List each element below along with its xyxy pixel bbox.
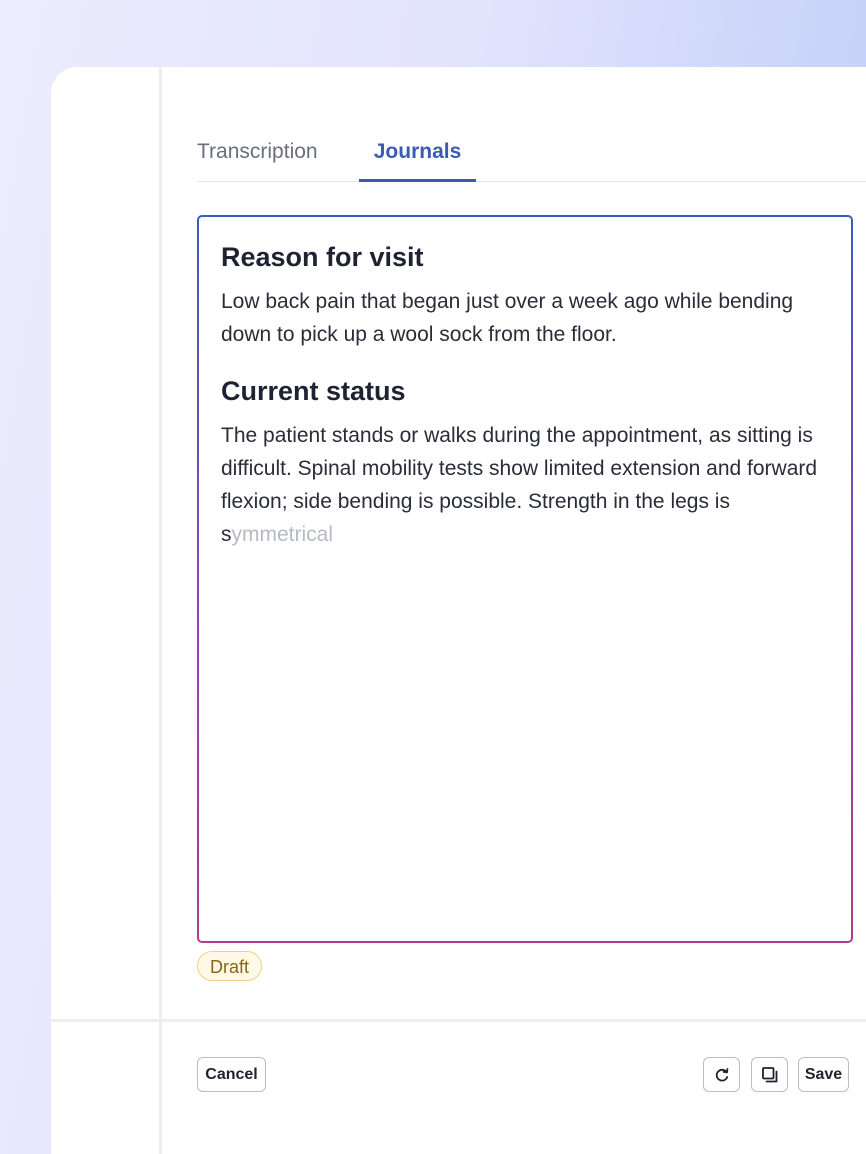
sidebar-divider bbox=[159, 67, 162, 1154]
journal-editor[interactable]: Reason for visit Low back pain that bega… bbox=[197, 215, 853, 943]
section-body-status: The patient stands or walks during the a… bbox=[221, 419, 829, 551]
save-button[interactable]: Save bbox=[798, 1057, 849, 1092]
regenerate-button[interactable] bbox=[703, 1057, 740, 1092]
footer-divider bbox=[51, 1019, 866, 1022]
tab-transcription[interactable]: Transcription bbox=[197, 137, 318, 181]
copy-button[interactable] bbox=[751, 1057, 788, 1092]
journal-editor-content[interactable]: Reason for visit Low back pain that bega… bbox=[199, 217, 851, 941]
section-heading-status: Current status bbox=[221, 376, 406, 406]
autocomplete-suggestion[interactable]: ymmetrical bbox=[232, 523, 334, 546]
status-badge: Draft bbox=[197, 951, 263, 981]
tab-journals[interactable]: Journals bbox=[359, 137, 476, 182]
section-body-reason: Low back pain that began just over a wee… bbox=[221, 290, 794, 346]
refresh-icon bbox=[714, 1067, 730, 1083]
copy-icon bbox=[761, 1066, 779, 1084]
cancel-button[interactable]: Cancel bbox=[197, 1057, 266, 1092]
section-heading-reason: Reason for visit bbox=[221, 242, 424, 272]
journal-panel: Transcription Journals Reason for visit … bbox=[51, 67, 866, 1154]
tab-bar: Transcription Journals bbox=[197, 137, 866, 182]
